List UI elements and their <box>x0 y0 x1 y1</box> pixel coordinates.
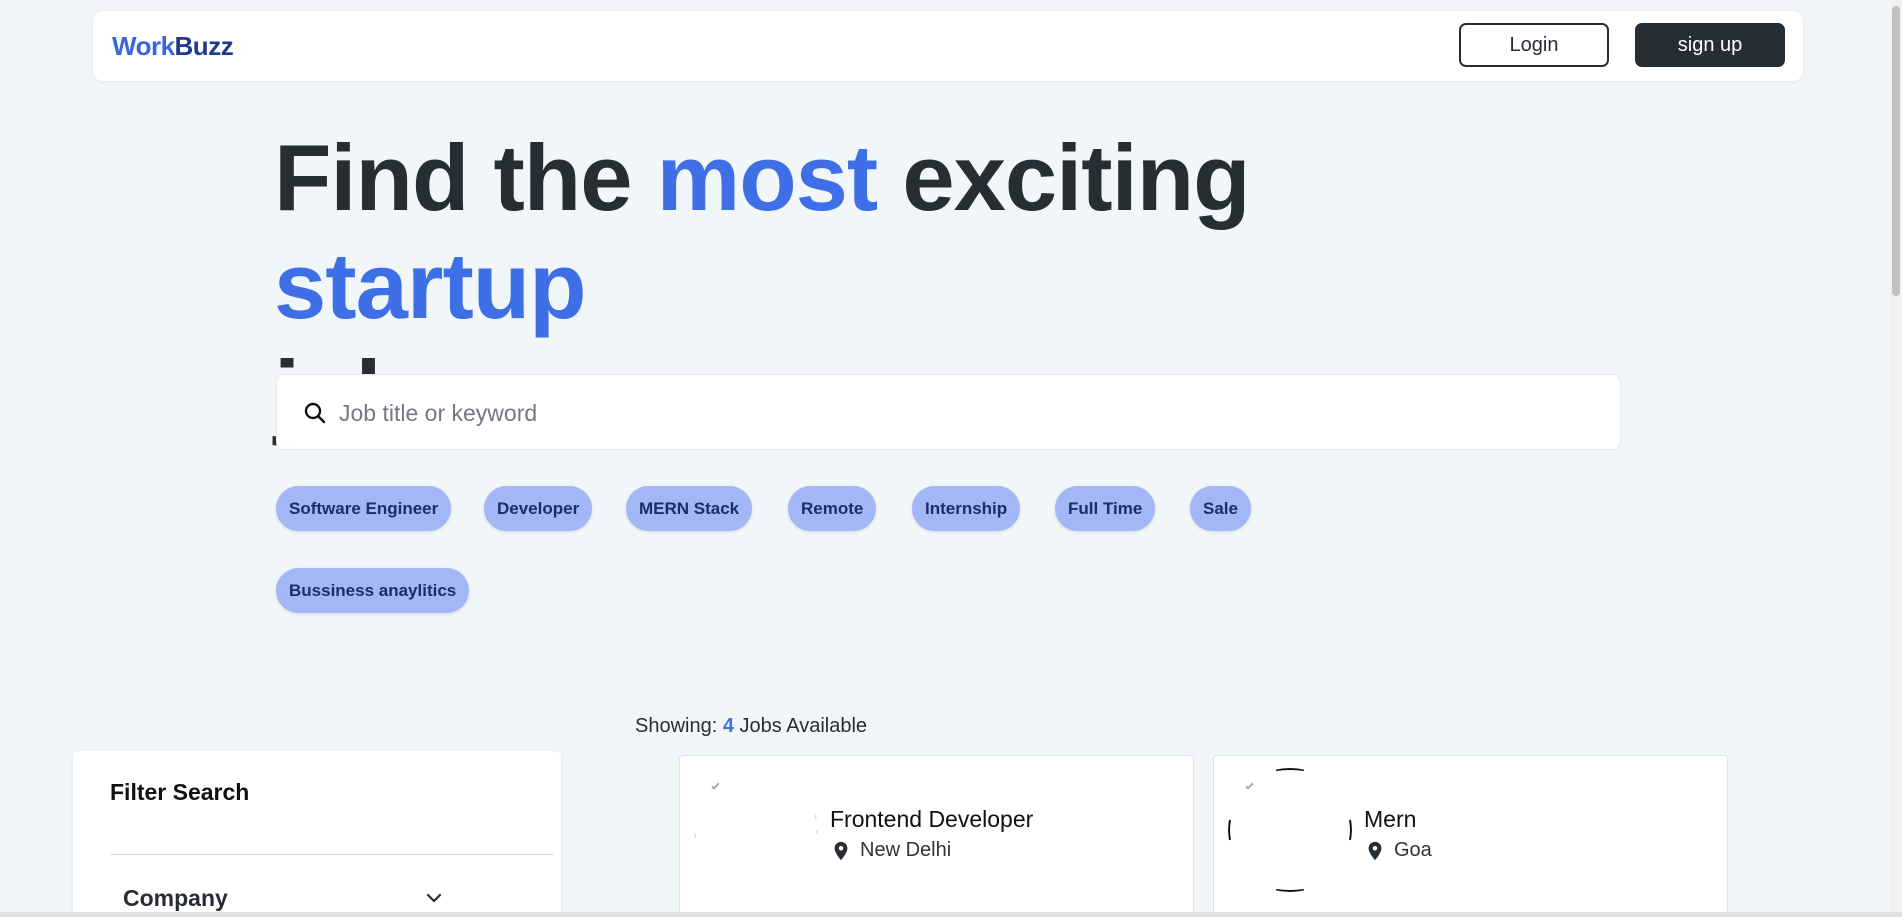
tag-software-engineer[interactable]: Software Engineer <box>276 486 452 531</box>
results-suffix: Jobs Available <box>739 715 868 737</box>
scrollbar-thumb[interactable] <box>1892 6 1900 296</box>
job-card[interactable]: Mern Goa <box>1213 755 1728 917</box>
search-bar[interactable] <box>276 374 1621 450</box>
signup-button[interactable]: sign up <box>1635 23 1785 67</box>
tag-full-time[interactable]: Full Time <box>1055 486 1156 531</box>
company-logo <box>1228 768 1352 892</box>
navbar: WorkBuzz Login sign up <box>93 11 1803 81</box>
location-pin-icon <box>1368 841 1382 860</box>
results-count: Showing: 4 Jobs Available <box>635 715 867 738</box>
logo-buzz: Buzz <box>174 31 234 61</box>
hero-accent-1: most <box>656 125 879 230</box>
chevron-down-icon[interactable] <box>422 886 446 910</box>
job-location: Goa <box>1364 839 1432 862</box>
tag-developer[interactable]: Developer <box>484 486 593 531</box>
logo-work: Work <box>112 31 175 61</box>
page-scrollbar[interactable] <box>1890 0 1902 917</box>
job-card[interactable]: Frontend Developer New Delhi <box>679 755 1194 917</box>
hero-text-2: exciting <box>877 125 1250 230</box>
location-pin-icon <box>834 841 848 860</box>
job-location-text: Goa <box>1394 839 1432 861</box>
tag-internship[interactable]: Internship <box>912 486 1021 531</box>
search-icon <box>304 402 326 424</box>
results-number: 4 <box>722 715 734 737</box>
tag-sale[interactable]: Sale <box>1190 486 1251 531</box>
logo[interactable]: WorkBuzz <box>112 31 234 62</box>
horizontal-scrollbar[interactable] <box>0 912 1902 917</box>
hero-text-1: Find the <box>274 125 657 230</box>
tag-mern-stack[interactable]: MERN Stack <box>626 486 753 531</box>
filter-title: Filter Search <box>110 779 250 805</box>
tag-remote[interactable]: Remote <box>788 486 877 531</box>
tag-business-analytics[interactable]: Bussiness anaylitics <box>276 568 470 613</box>
filter-company-label[interactable]: Company <box>123 885 228 912</box>
job-title[interactable]: Mern <box>1364 806 1416 833</box>
hero-accent-2: startup <box>274 233 587 338</box>
company-logo <box>694 768 818 892</box>
login-button[interactable]: Login <box>1459 23 1609 67</box>
filter-panel: Filter Search Company <box>73 751 561 917</box>
search-input[interactable] <box>339 391 1599 435</box>
job-location-text: New Delhi <box>860 839 952 861</box>
job-location: New Delhi <box>830 839 951 862</box>
results-prefix: Showing: <box>635 715 718 737</box>
filter-divider <box>110 854 554 855</box>
job-title[interactable]: Frontend Developer <box>830 806 1033 833</box>
